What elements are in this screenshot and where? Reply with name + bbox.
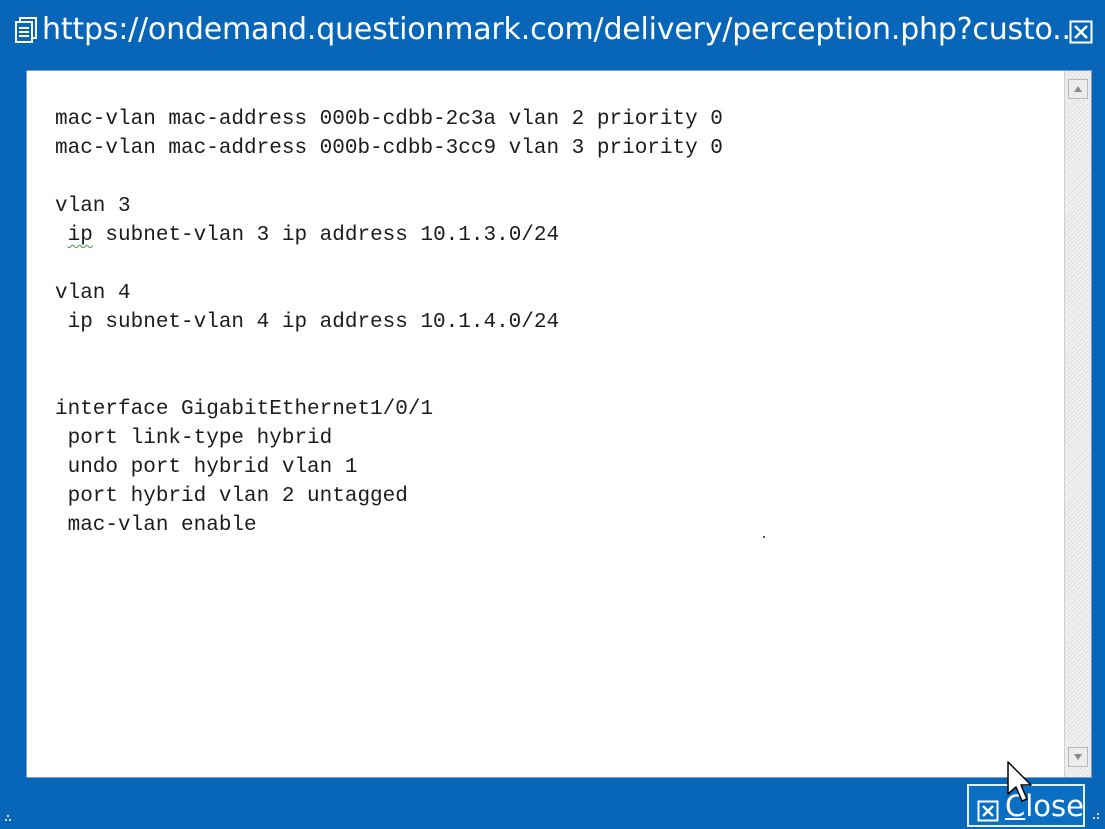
config-line: port hybrid vlan 2 untagged: [55, 485, 408, 508]
close-box-icon: [977, 795, 999, 821]
resize-grip-left-icon: [5, 815, 11, 821]
window-title: https://ondemand.questionmark.com/delive…: [42, 11, 1069, 47]
resize-grip-right-icon[interactable]: [1091, 811, 1101, 821]
scroll-up-button[interactable]: [1068, 79, 1088, 99]
popup-window: https://ondemand.questionmark.com/delive…: [0, 0, 1105, 829]
config-line: [55, 366, 723, 395]
config-line: port link-type hybrid: [55, 427, 333, 450]
config-line: vlan 3: [55, 195, 131, 218]
config-line: [55, 250, 723, 279]
config-line: [55, 163, 723, 192]
config-line: mac-vlan mac-address 000b-cdbb-3cc9 vlan…: [55, 137, 723, 160]
arrow-down-icon: [1074, 754, 1082, 760]
config-line: vlan 4: [55, 282, 131, 305]
config-line: undo port hybrid vlan 1: [55, 456, 358, 479]
page-icon: [14, 16, 38, 43]
config-line: mac-vlan mac-address 000b-cdbb-2c3a vlan…: [55, 108, 723, 131]
config-line: ip subnet-vlan 3 ip address 10.1.3.0/24: [67, 224, 560, 247]
config-line: mac-vlan enable: [55, 514, 257, 537]
content-area: mac-vlan mac-address 000b-cdbb-2c3a vlan…: [27, 71, 1064, 777]
close-box-icon[interactable]: [1069, 17, 1093, 44]
config-line: [55, 337, 723, 366]
config-line: interface GigabitEthernet1/0/1: [55, 398, 434, 421]
config-line: ip subnet-vlan 4 ip address 10.1.4.0/24: [55, 311, 560, 334]
content-frame: mac-vlan mac-address 000b-cdbb-2c3a vlan…: [26, 70, 1092, 778]
vertical-scrollbar[interactable]: [1064, 71, 1091, 777]
arrow-up-icon: [1074, 86, 1082, 92]
scroll-down-button[interactable]: [1068, 747, 1088, 767]
mouse-cursor-icon: [1007, 761, 1032, 802]
config-text: mac-vlan mac-address 000b-cdbb-2c3a vlan…: [55, 105, 723, 540]
spellcheck-word: ip: [67, 224, 93, 247]
title-bar: https://ondemand.questionmark.com/delive…: [0, 0, 1105, 58]
stray-dot: [763, 536, 765, 538]
